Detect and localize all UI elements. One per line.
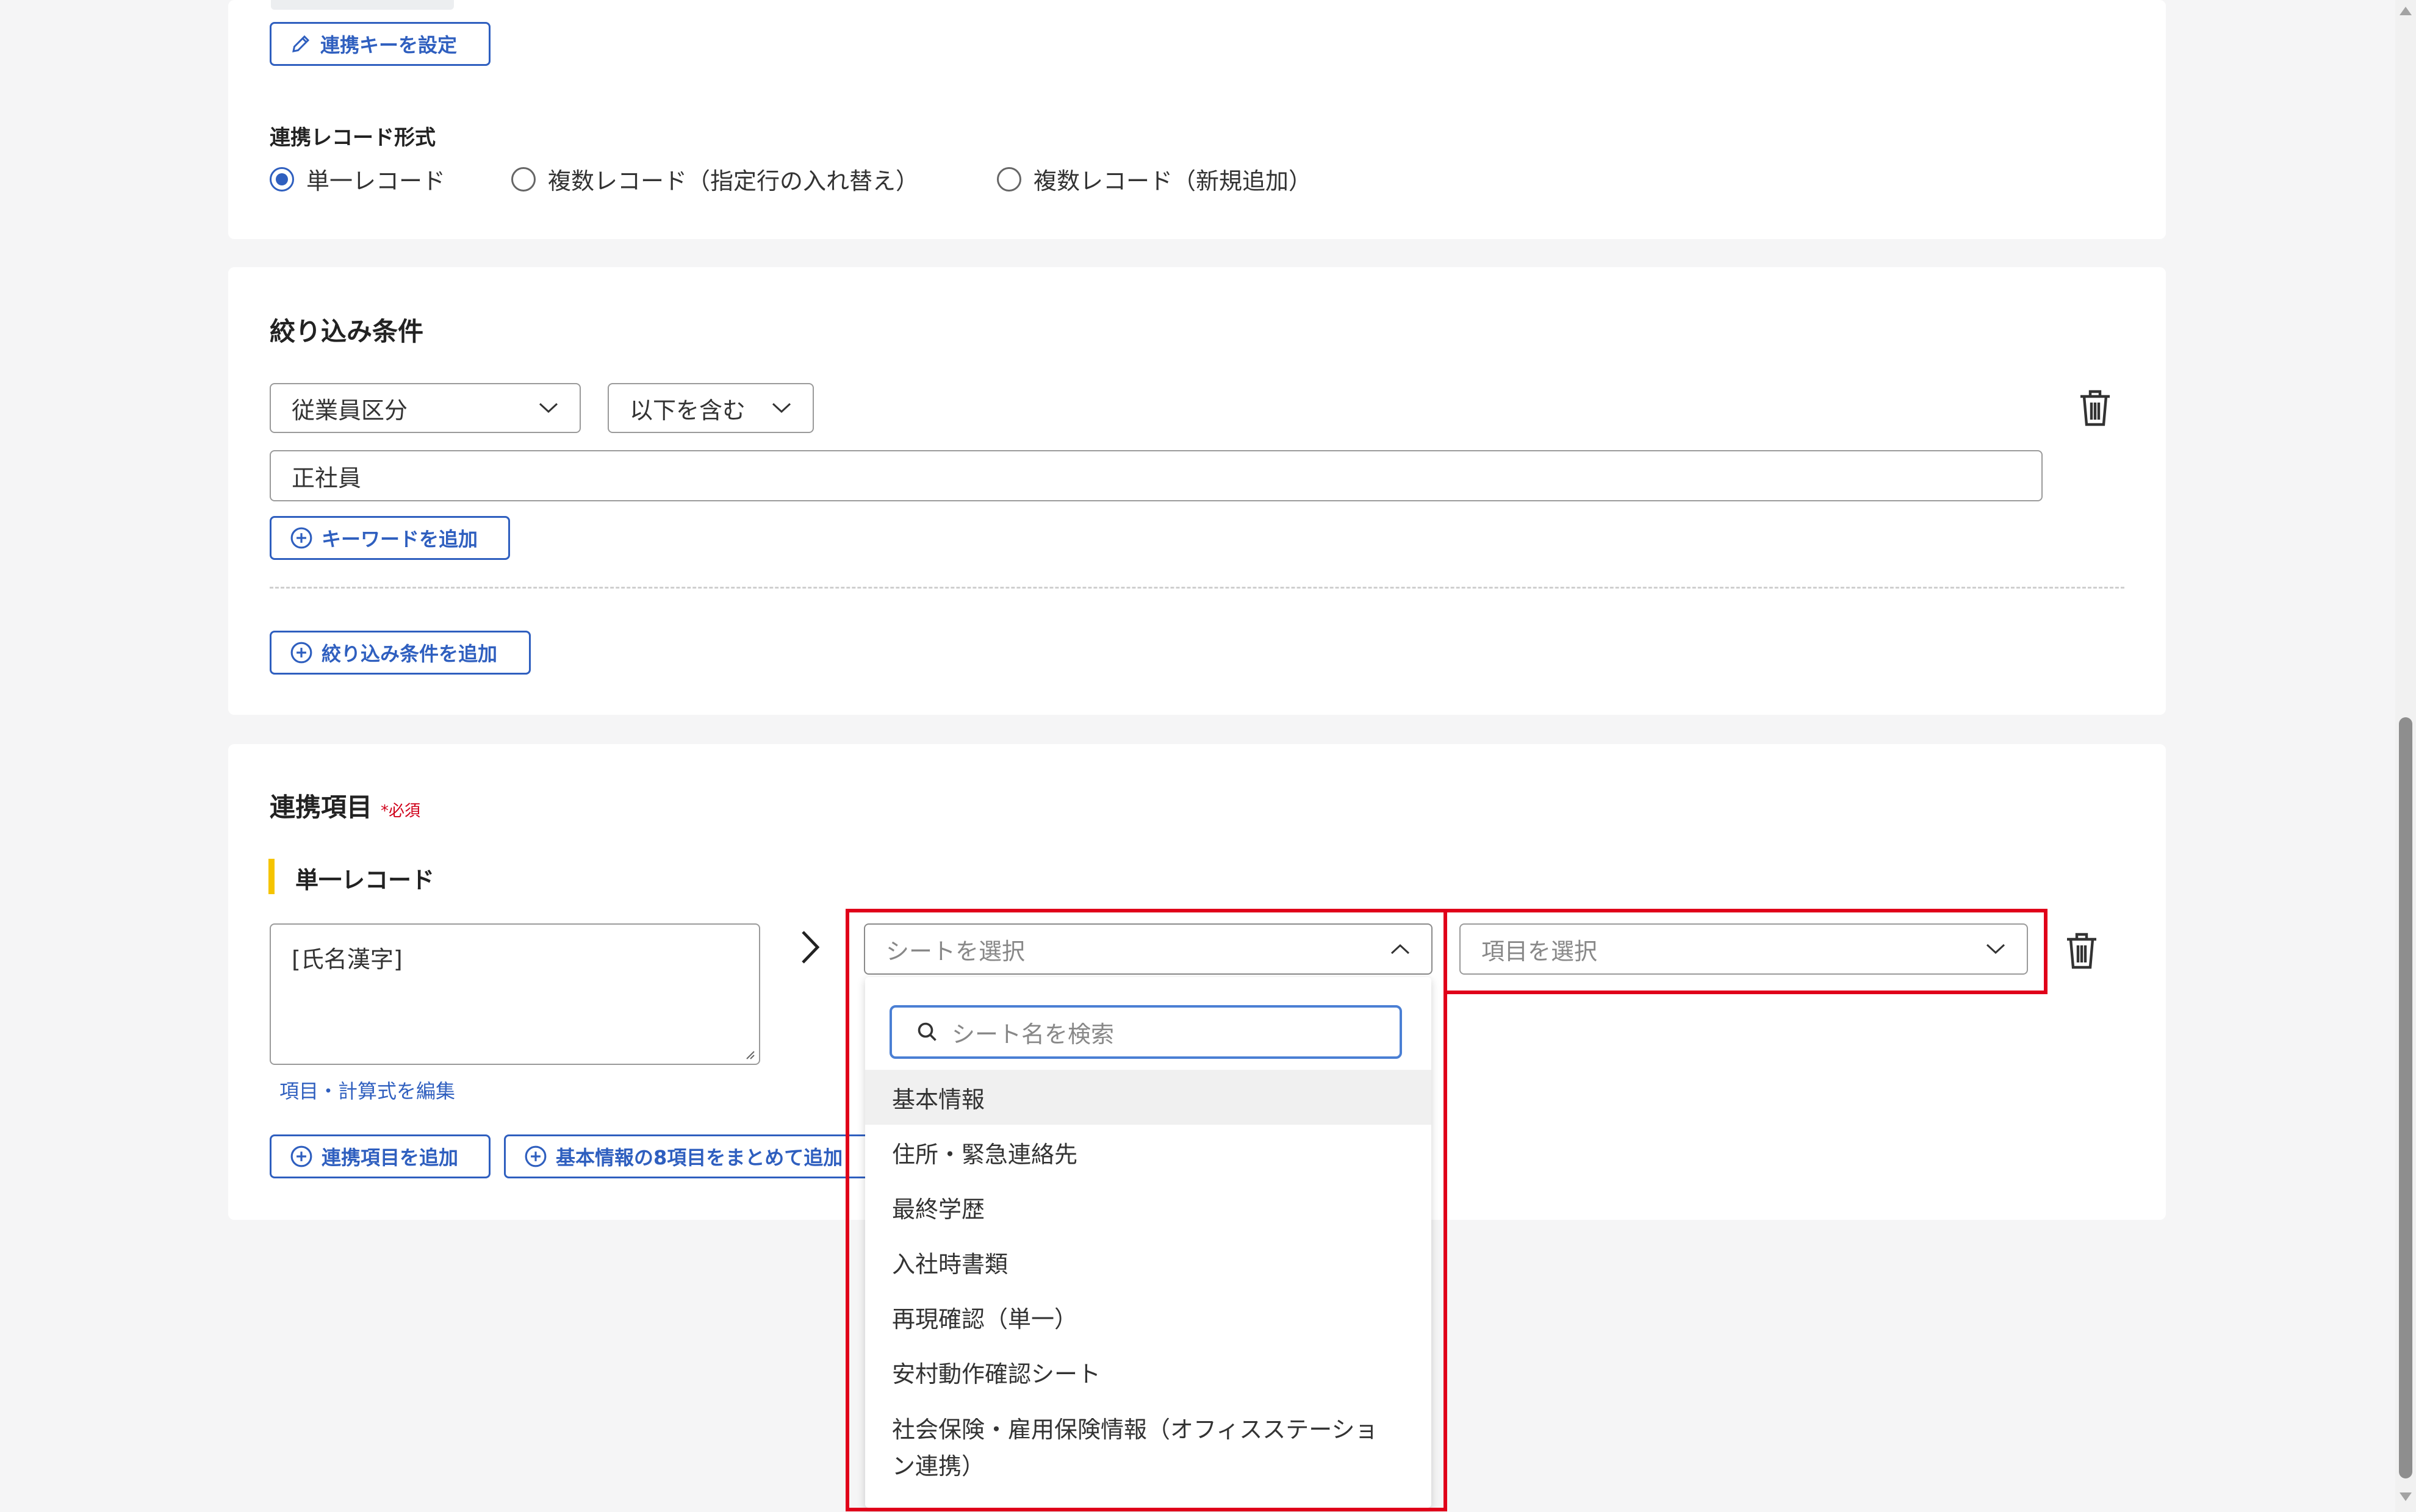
source-text: [氏名漢字] — [292, 946, 403, 973]
pencil-icon — [292, 35, 310, 52]
scroll-down-arrow-icon[interactable] — [2398, 1491, 2414, 1504]
chevron-down-icon — [539, 403, 558, 414]
plus-circle-icon — [290, 527, 312, 549]
radio-button[interactable] — [511, 167, 536, 192]
plus-circle-icon — [290, 1145, 312, 1167]
field-select-value: 従業員区分 — [292, 396, 408, 424]
keyword-input[interactable]: 正社員 — [270, 450, 2043, 501]
operator-select[interactable]: 以下を含む — [608, 383, 814, 433]
required-badge: *必須 — [381, 802, 421, 820]
add-link-item-button[interactable]: 連携項目を追加 — [270, 1134, 491, 1178]
set-key-label: 連携キーを設定 — [320, 34, 458, 57]
scrollbar-thumb[interactable] — [2399, 717, 2412, 1478]
scroll-up-arrow-icon[interactable] — [2398, 4, 2414, 17]
section-label: 単一レコード — [295, 867, 435, 894]
set-key-button[interactable]: 連携キーを設定 — [270, 22, 491, 66]
radio-multi-replace[interactable]: 複数レコード（指定行の入れ替え） — [511, 162, 919, 196]
add-bulk-button[interactable]: 基本情報の8項目をまとめて追加 — [504, 1134, 870, 1178]
section-bar — [268, 859, 275, 894]
plus-circle-icon — [525, 1145, 547, 1167]
resize-handle-icon[interactable] — [743, 1048, 755, 1060]
link-items-title: 連携項目 — [270, 792, 373, 822]
record-format-label: 連携レコード形式 — [270, 126, 436, 150]
trash-icon[interactable] — [2065, 931, 2099, 971]
source-textarea[interactable]: [氏名漢字] — [270, 923, 760, 1065]
chevron-right-icon — [802, 931, 820, 964]
plus-circle-icon — [290, 642, 312, 664]
add-condition-button[interactable]: 絞り込み条件を追加 — [270, 631, 531, 675]
field-select[interactable]: 従業員区分 — [270, 383, 581, 433]
add-keyword-button[interactable]: キーワードを追加 — [270, 516, 510, 560]
divider — [270, 587, 2124, 589]
keyword-value: 正社員 — [292, 464, 362, 492]
radio-label-single: 単一レコード — [306, 168, 446, 195]
filter-title: 絞り込み条件 — [270, 317, 424, 346]
trash-icon[interactable] — [2078, 388, 2112, 428]
add-bulk-label: 基本情報の8項目をまとめて追加 — [556, 1146, 843, 1169]
radio-label-multi-new: 複数レコード（新規追加） — [1034, 168, 1312, 195]
record-settings-card — [228, 0, 2166, 239]
highlight-box-sheet — [846, 909, 1447, 1511]
link-items-heading: 連携項目 *必須 — [270, 787, 420, 824]
add-keyword-label: キーワードを追加 — [322, 528, 478, 551]
edit-formula-link[interactable]: 項目・計算式を編集 — [279, 1076, 455, 1104]
highlight-box-item — [1443, 909, 2047, 994]
add-link-item-label: 連携項目を追加 — [322, 1146, 459, 1169]
radio-button[interactable] — [997, 167, 1021, 192]
add-condition-label: 絞り込み条件を追加 — [322, 642, 498, 665]
chevron-down-icon — [772, 403, 791, 414]
top-stub — [271, 0, 454, 10]
radio-button-selected[interactable] — [270, 167, 294, 192]
radio-single-record[interactable]: 単一レコード — [270, 162, 445, 196]
operator-select-value: 以下を含む — [630, 396, 746, 424]
radio-multi-new[interactable]: 複数レコード（新規追加） — [997, 162, 1312, 196]
radio-label-multi-replace: 複数レコード（指定行の入れ替え） — [548, 168, 919, 195]
